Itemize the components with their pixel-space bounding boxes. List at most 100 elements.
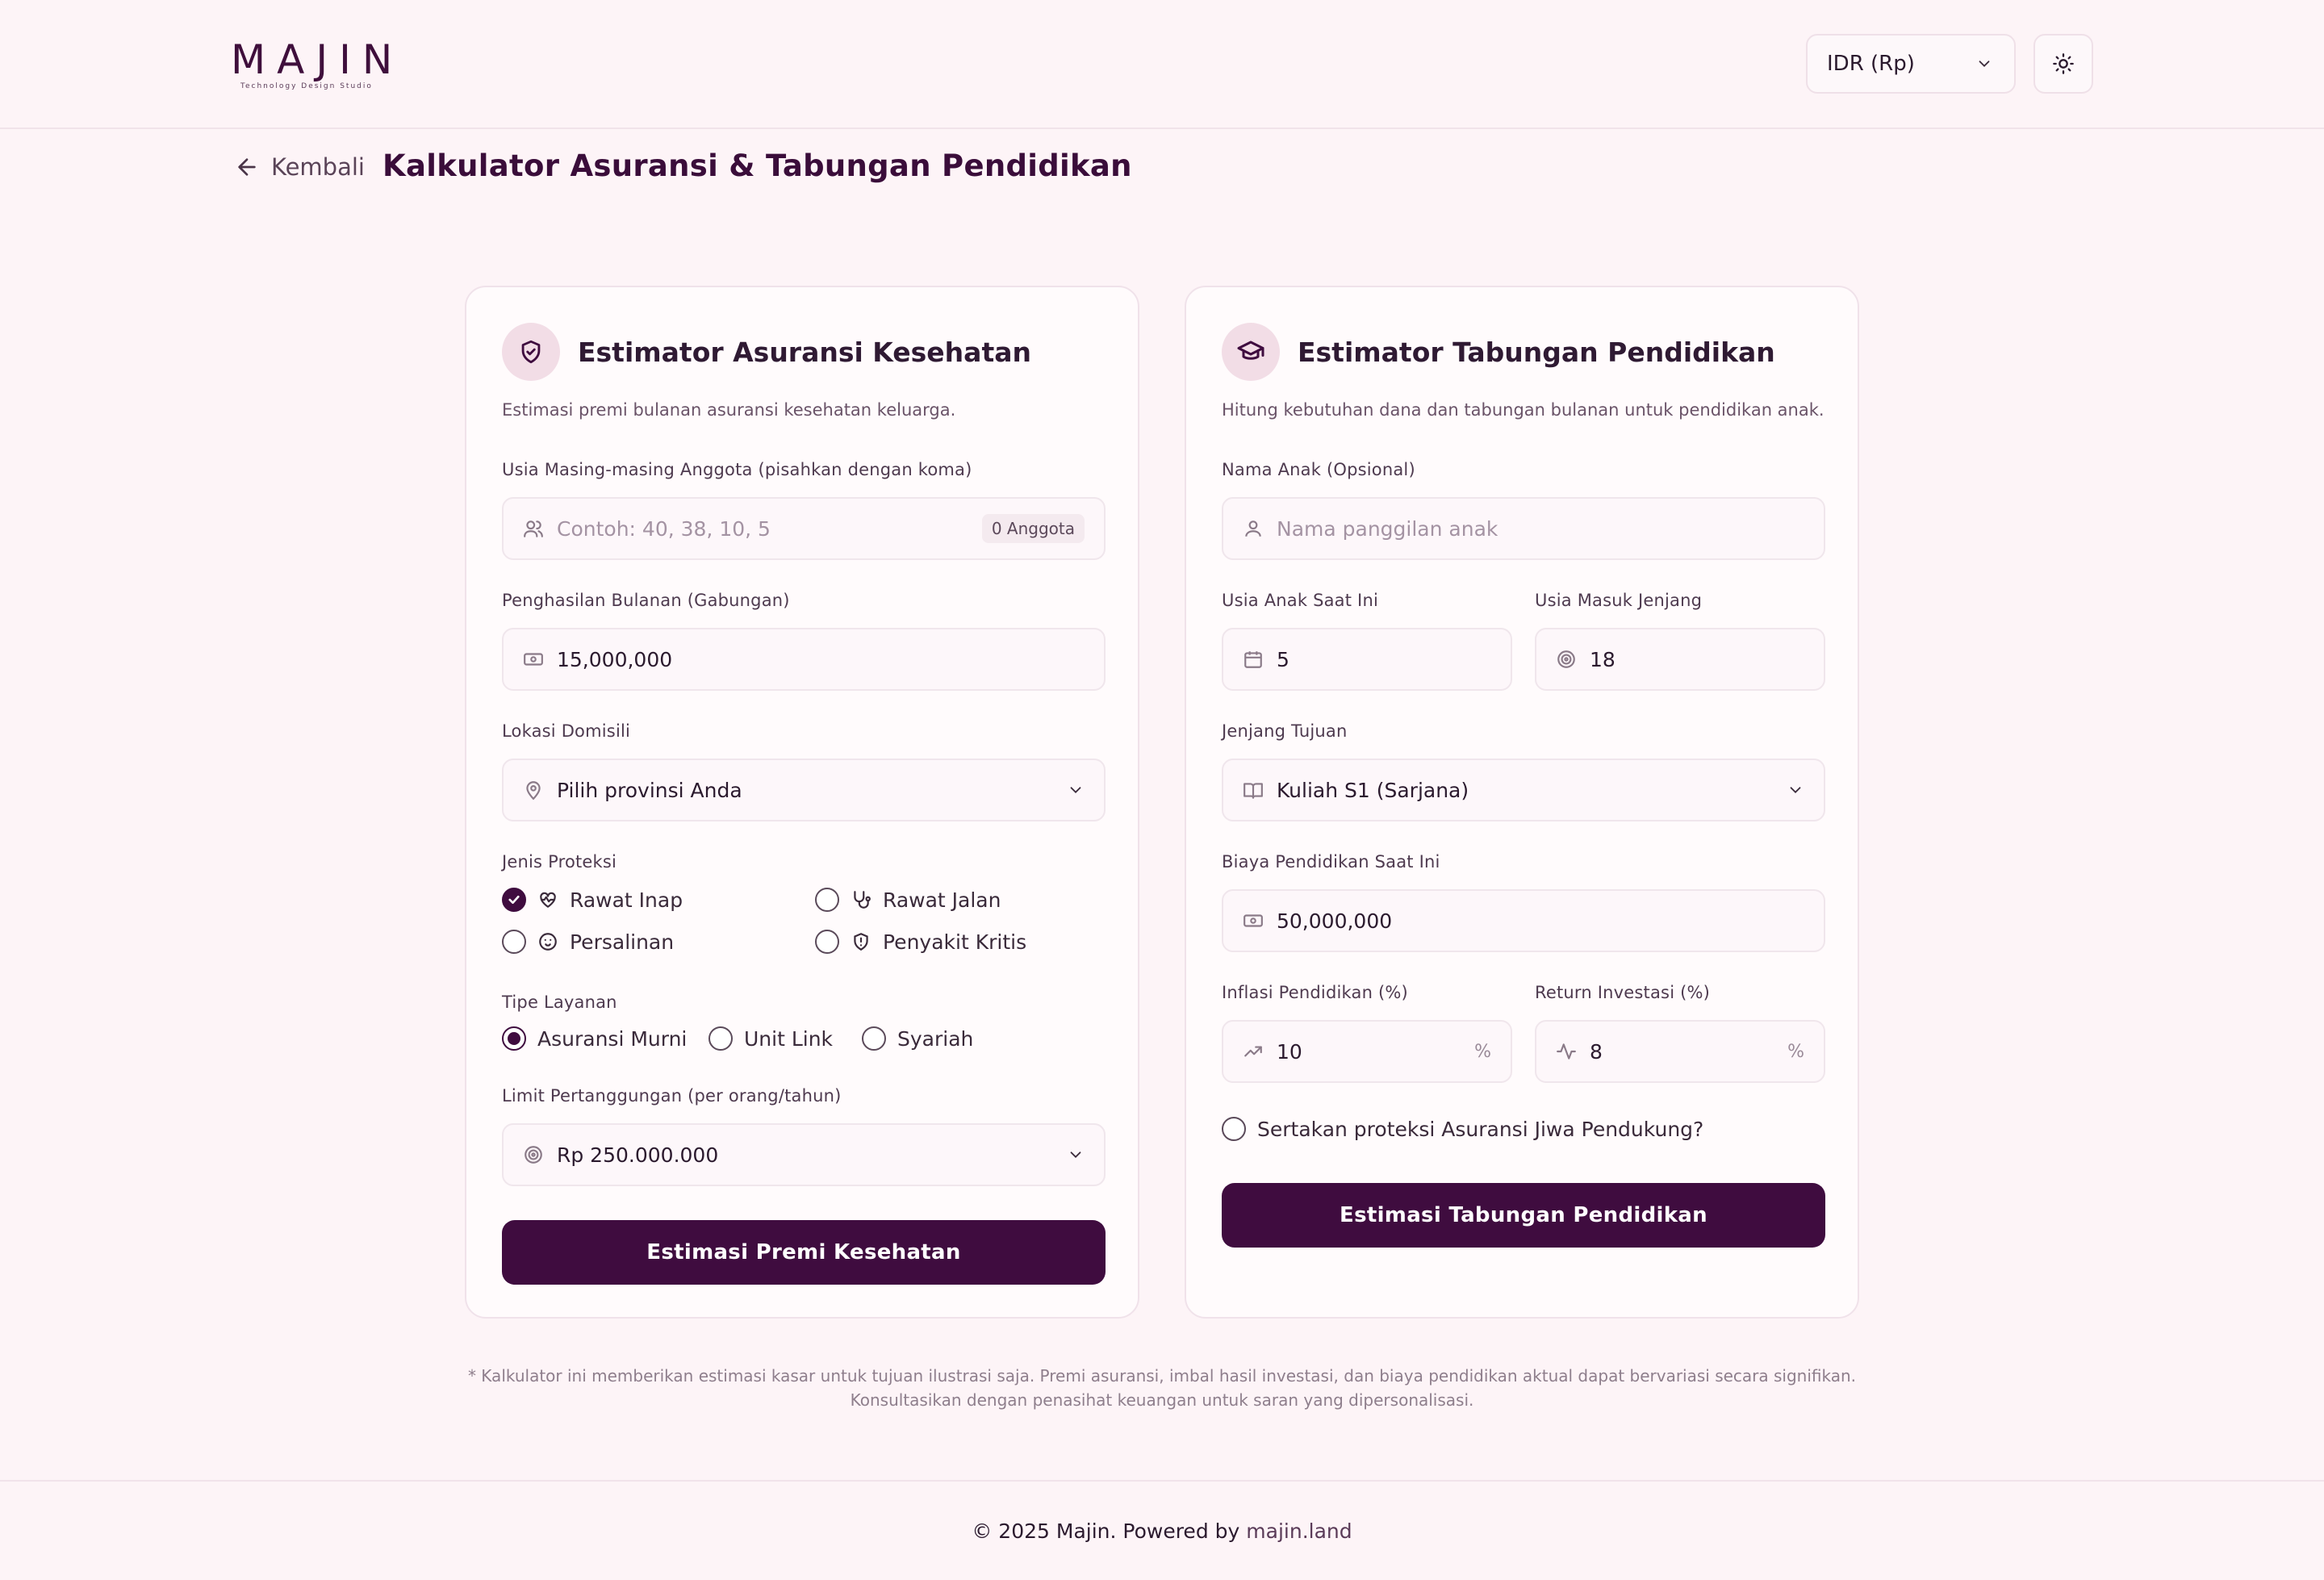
checkbox[interactable]	[815, 888, 839, 912]
theme-toggle-button[interactable]	[2034, 34, 2093, 94]
checkbox[interactable]	[1222, 1117, 1246, 1141]
percent-suffix: %	[1474, 1041, 1491, 1062]
top-header: MAJIN Technology Design Studio IDR (Rp)	[0, 0, 2324, 129]
checkbox[interactable]	[502, 930, 526, 954]
protection-label-text: Penyakit Kritis	[883, 930, 1027, 954]
checkbox-checked[interactable]	[502, 888, 526, 912]
book-open-icon	[1243, 780, 1264, 800]
banknote-icon	[523, 649, 544, 670]
location-label: Lokasi Domisili	[502, 721, 631, 741]
child-age-value: 5	[1277, 647, 1289, 671]
ages-placeholder: Contoh: 40, 38, 10, 5	[557, 516, 771, 541]
inflation-input[interactable]: 10 %	[1222, 1020, 1512, 1083]
level-value: Kuliah S1 (Sarjana)	[1277, 778, 1469, 802]
logo-tagline: Technology Design Studio	[240, 82, 373, 90]
location-select[interactable]: Pilih provinsi Anda	[502, 759, 1106, 821]
target-icon	[1556, 649, 1577, 670]
health-card-title: Estimator Asuransi Kesehatan	[578, 336, 1031, 368]
arrow-left-icon	[234, 154, 260, 180]
baby-icon	[537, 931, 558, 952]
protection-rawat-jalan[interactable]: Rawat Jalan	[815, 888, 1001, 912]
percent-suffix: %	[1787, 1041, 1804, 1062]
target-icon	[523, 1144, 544, 1165]
child-age-input[interactable]: 5	[1222, 628, 1512, 691]
entry-age-input[interactable]: 18	[1535, 628, 1825, 691]
trending-up-icon	[1243, 1041, 1264, 1062]
footer-link[interactable]: majin.land	[1246, 1519, 1352, 1543]
estimate-health-button[interactable]: Estimasi Premi Kesehatan	[502, 1220, 1106, 1285]
health-card-description: Estimasi premi bulanan asuransi kesehata…	[502, 400, 956, 420]
cost-input[interactable]: 50,000,000	[1222, 889, 1825, 952]
member-count-badge: 0 Anggota	[981, 514, 1085, 543]
radio[interactable]	[862, 1026, 886, 1051]
sun-icon	[2052, 52, 2075, 75]
education-card-title: Estimator Tabungan Pendidikan	[1298, 336, 1775, 368]
inflation-label: Inflasi Pendidikan (%)	[1222, 983, 1408, 1002]
limit-select[interactable]: Rp 250.000.000	[502, 1123, 1106, 1186]
child-name-label: Nama Anak (Opsional)	[1222, 460, 1415, 479]
health-insurance-card: Estimator Asuransi Kesehatan Estimasi pr…	[465, 286, 1139, 1319]
chevron-down-icon	[1787, 781, 1804, 799]
users-icon	[523, 518, 544, 539]
radio[interactable]	[708, 1026, 733, 1051]
ages-label: Usia Masing-masing Anggota (pisahkan den…	[502, 460, 972, 479]
ages-input[interactable]: Contoh: 40, 38, 10, 5 0 Anggota	[502, 497, 1106, 560]
currency-select[interactable]: IDR (Rp)	[1806, 34, 2016, 94]
disclaimer: * Kalkulator ini memberikan estimasi kas…	[0, 1364, 2324, 1412]
income-label: Penghasilan Bulanan (Gabungan)	[502, 591, 790, 610]
protection-label-text: Rawat Inap	[570, 888, 683, 912]
limit-label: Limit Pertanggungan (per orang/tahun)	[502, 1086, 842, 1106]
page-title: Kalkulator Asuransi & Tabungan Pendidika…	[382, 148, 1132, 183]
return-input[interactable]: 8 %	[1535, 1020, 1825, 1083]
footer-copyright: © 2025 Majin. Powered by	[972, 1519, 1240, 1543]
calendar-icon	[1243, 649, 1264, 670]
stethoscope-icon	[851, 889, 872, 910]
location-value: Pilih provinsi Anda	[557, 778, 742, 802]
income-value: 15,000,000	[557, 647, 673, 671]
education-card-header: Estimator Tabungan Pendidikan	[1222, 323, 1775, 381]
inflation-value: 10	[1277, 1039, 1302, 1064]
protection-rawat-inap[interactable]: Rawat Inap	[502, 888, 683, 912]
majin-logo[interactable]: MAJIN Technology Design Studio	[231, 37, 403, 90]
service-unit-link[interactable]: Unit Link	[708, 1026, 833, 1051]
service-asuransi-murni[interactable]: Asuransi Murni	[502, 1026, 687, 1051]
return-value: 8	[1590, 1039, 1603, 1064]
cost-label: Biaya Pendidikan Saat Ini	[1222, 852, 1440, 872]
protection-label: Jenis Proteksi	[502, 852, 617, 872]
child-name-input[interactable]: Nama panggilan anak	[1222, 497, 1825, 560]
disclaimer-line-2: Konsultasikan dengan penasihat keuangan …	[850, 1390, 1474, 1410]
child-name-placeholder: Nama panggilan anak	[1277, 516, 1498, 541]
entry-age-value: 18	[1590, 647, 1616, 671]
estimate-education-button[interactable]: Estimasi Tabungan Pendidikan	[1222, 1183, 1825, 1248]
protection-label-text: Persalinan	[570, 930, 675, 954]
education-savings-card: Estimator Tabungan Pendidikan Hitung keb…	[1185, 286, 1859, 1319]
service-label-text: Syariah	[897, 1026, 974, 1051]
return-label: Return Investasi (%)	[1535, 983, 1711, 1002]
health-card-header: Estimator Asuransi Kesehatan	[502, 323, 1031, 381]
back-label: Kembali	[271, 153, 365, 181]
chevron-down-icon	[1067, 781, 1085, 799]
level-select[interactable]: Kuliah S1 (Sarjana)	[1222, 759, 1825, 821]
currency-value: IDR (Rp)	[1827, 52, 1915, 76]
activity-icon	[1556, 1041, 1577, 1062]
protection-penyakit-kritis[interactable]: Penyakit Kritis	[815, 930, 1026, 954]
life-insurance-toggle[interactable]: Sertakan proteksi Asuransi Jiwa Pendukun…	[1222, 1117, 1703, 1141]
service-label-text: Unit Link	[744, 1026, 834, 1051]
cost-value: 50,000,000	[1277, 909, 1393, 933]
service-syariah[interactable]: Syariah	[862, 1026, 973, 1051]
checkbox[interactable]	[815, 930, 839, 954]
back-link[interactable]: Kembali	[234, 153, 365, 181]
protection-label-text: Rawat Jalan	[883, 888, 1001, 912]
service-label-text: Asuransi Murni	[537, 1026, 688, 1051]
logo-wordmark: MAJIN	[231, 36, 404, 83]
education-card-description: Hitung kebutuhan dana dan tabungan bulan…	[1222, 400, 1825, 420]
disclaimer-line-1: * Kalkulator ini memberikan estimasi kas…	[467, 1366, 1857, 1386]
shield-check-icon	[502, 323, 560, 381]
income-input[interactable]: 15,000,000	[502, 628, 1106, 691]
radio-selected[interactable]	[502, 1026, 526, 1051]
map-pin-icon	[523, 780, 544, 800]
heart-pulse-icon	[537, 889, 558, 910]
user-icon	[1243, 518, 1264, 539]
protection-persalinan[interactable]: Persalinan	[502, 930, 674, 954]
shield-alert-icon	[851, 931, 872, 952]
